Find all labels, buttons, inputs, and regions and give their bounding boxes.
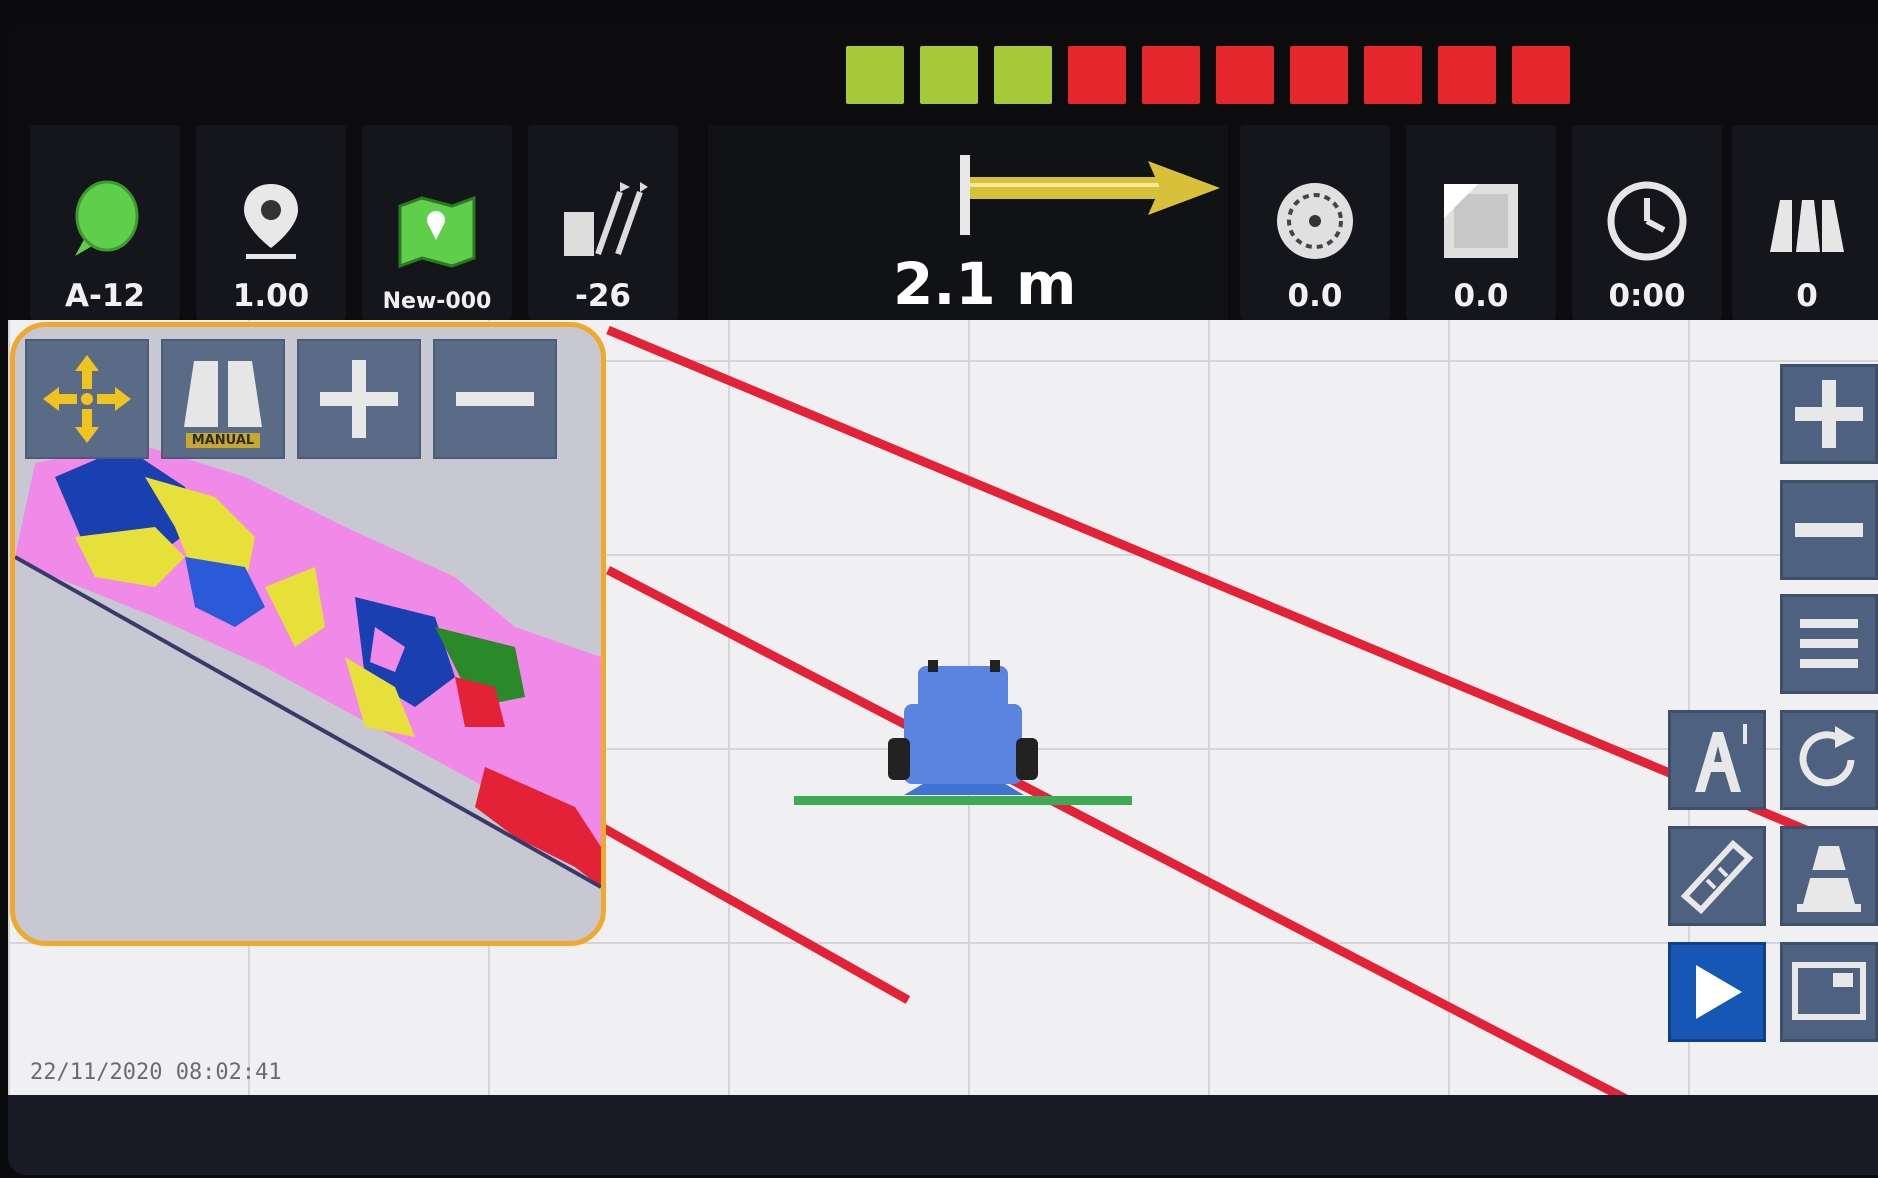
clock-icon	[1602, 176, 1692, 266]
ab-line-icon	[1695, 724, 1747, 792]
ab-line-button[interactable]	[1668, 710, 1766, 810]
lightbar-led	[1142, 46, 1200, 104]
field-tile[interactable]: New-000	[362, 125, 512, 320]
cross-track-error: 2.1 m	[708, 125, 1228, 320]
guidance-tile[interactable]: -26	[528, 125, 678, 320]
guidance-value: -26	[574, 278, 631, 314]
timestamp: 22/11/2020 08:02:41	[30, 1060, 282, 1085]
zoom-out-button[interactable]	[1780, 480, 1878, 580]
location-pin-icon	[226, 176, 316, 266]
status-bar: A-12 1.00 New-000 -26 2.1 m 0.0 0.0 0:00…	[8, 20, 1878, 320]
marker-button[interactable]	[1780, 826, 1878, 926]
area-tile[interactable]: 0.0	[1406, 125, 1556, 320]
cone-marker-icon	[1797, 846, 1861, 912]
time-value: 0:00	[1608, 278, 1686, 314]
area-value: 0.0	[1453, 278, 1509, 314]
lightbar-led	[1512, 46, 1570, 104]
minus-icon	[1795, 523, 1863, 537]
speed-tile[interactable]: 0.0	[1240, 125, 1390, 320]
lightbar-led	[1438, 46, 1496, 104]
sections-value: 0	[1796, 278, 1818, 314]
menu-icon	[1800, 619, 1858, 668]
field-map-icon	[392, 187, 482, 277]
manual-sections-icon	[184, 360, 262, 427]
gnss-value: A-12	[65, 278, 145, 314]
lightbar-led	[920, 46, 978, 104]
pan-arrows-icon	[43, 355, 131, 443]
manual-label: MANUAL	[185, 432, 261, 448]
offset-value: 2.1 m	[893, 250, 1077, 318]
ruler-button[interactable]	[1668, 826, 1766, 926]
lightbar-led	[846, 46, 904, 104]
lightbar-led	[1216, 46, 1274, 104]
lightbar	[846, 46, 1570, 104]
lightbar-led	[1290, 46, 1348, 104]
manual-sections-button[interactable]: MANUAL	[161, 339, 285, 459]
sections-tile[interactable]: 0	[1732, 125, 1878, 320]
lightbar-led	[1068, 46, 1126, 104]
plus-icon	[1795, 380, 1863, 448]
area-document-icon	[1436, 176, 1526, 266]
boom-sections-icon	[1762, 176, 1852, 266]
zoom-in-button[interactable]	[1780, 364, 1878, 464]
field-overview-minimap[interactable]: MANUAL	[10, 322, 606, 946]
satellite-signal-icon	[60, 176, 150, 266]
position-value: 1.00	[232, 278, 310, 314]
screen-layout-icon	[1792, 962, 1866, 1020]
plus-icon	[320, 360, 398, 438]
speedometer-icon	[1270, 176, 1360, 266]
minus-icon	[456, 392, 534, 406]
lightbar-led	[994, 46, 1052, 104]
field-value: New-000	[382, 289, 492, 314]
display-screen: A-12 1.00 New-000 -26 2.1 m 0.0 0.0 0:00…	[8, 20, 1878, 1175]
minimap-zoom-in-button[interactable]	[297, 339, 421, 459]
play-button[interactable]	[1668, 942, 1766, 1042]
offset-arrow-icon	[960, 155, 1220, 235]
vehicle-icon	[794, 660, 1132, 805]
pan-button[interactable]	[25, 339, 149, 459]
play-icon	[1696, 965, 1742, 1019]
bottom-bar	[8, 1095, 1878, 1175]
screen-layout-button[interactable]	[1780, 942, 1878, 1042]
lightbar-led	[1364, 46, 1422, 104]
time-tile[interactable]: 0:00	[1572, 125, 1722, 320]
menu-button[interactable]	[1780, 594, 1878, 694]
position-tile[interactable]: 1.00	[196, 125, 346, 320]
minimap-zoom-out-button[interactable]	[433, 339, 557, 459]
map-view[interactable]: MANUAL 22/11/2020 08:02:41	[8, 320, 1878, 1095]
rotate-view-button[interactable]	[1780, 710, 1878, 810]
gnss-tile[interactable]: A-12	[30, 125, 180, 320]
speed-value: 0.0	[1287, 278, 1343, 314]
ruler-icon	[1680, 839, 1754, 915]
rotate-icon	[1799, 726, 1855, 787]
guidance-line-icon	[558, 176, 648, 266]
